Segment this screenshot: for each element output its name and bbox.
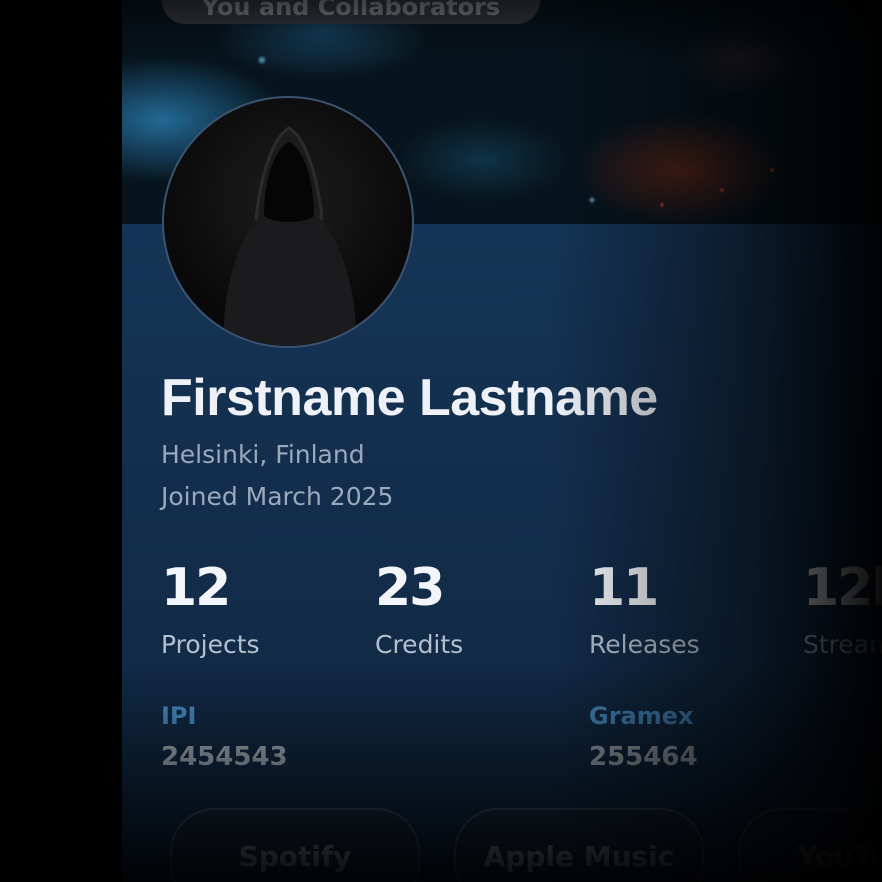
stat-value: 12 xyxy=(161,558,231,618)
stat-label: Credits xyxy=(375,630,464,659)
avatar[interactable] xyxy=(162,96,414,348)
spotify-link-button[interactable]: Spotify xyxy=(170,808,420,882)
stat-releases[interactable]: 11 Releases xyxy=(589,562,700,659)
stat-credits[interactable]: 23 Credits xyxy=(375,562,463,659)
profile-card: You and Collaborators Firstname Lastname… xyxy=(122,0,882,882)
profile-joined-date: Joined March 2025 xyxy=(161,482,394,511)
stat-value: 12k xyxy=(803,558,882,618)
ipi-value: 2454543 xyxy=(161,742,288,772)
collaborators-pill-label: You and Collaborators xyxy=(201,0,501,21)
apple-music-link-button[interactable]: Apple Music xyxy=(454,808,704,882)
profile-location: Helsinki, Finland xyxy=(161,440,365,469)
stat-projects[interactable]: 12 Projects xyxy=(161,562,260,659)
youtube-link-button[interactable]: YouTube xyxy=(738,808,882,882)
hooded-figure-image xyxy=(223,126,357,346)
stat-label: Releases xyxy=(589,630,700,659)
ipi-label: IPI xyxy=(161,702,197,730)
stat-value: 11 xyxy=(589,558,659,618)
profile-name: Firstname Lastname xyxy=(161,369,658,427)
stat-label: Streams xyxy=(803,630,882,659)
collaborators-pill[interactable]: You and Collaborators xyxy=(162,0,540,24)
stat-label: Projects xyxy=(161,630,260,659)
stat-value: 23 xyxy=(375,558,445,618)
gramex-value: 255464 xyxy=(589,742,698,772)
gramex-label: Gramex xyxy=(589,702,694,730)
stat-streams[interactable]: 12k Streams xyxy=(803,562,882,659)
